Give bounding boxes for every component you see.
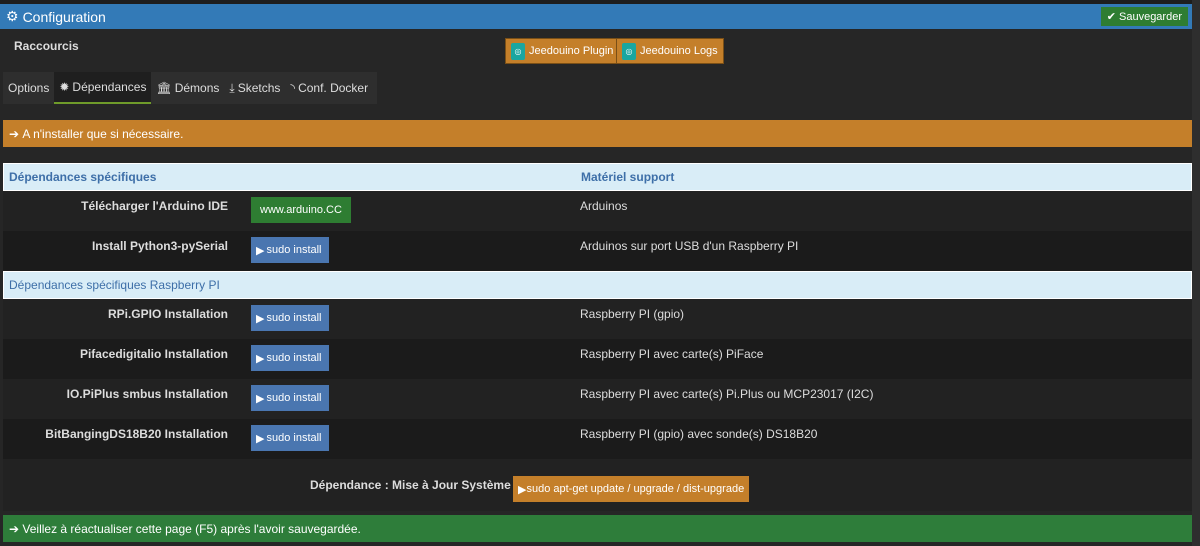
- tab-demons[interactable]: 🏛 Démons: [151, 72, 224, 104]
- arrow-right-icon: ➔: [9, 126, 23, 141]
- table-row: RPi.GPIO Installation ▶ sudo install Rasp…: [3, 299, 1192, 339]
- cog-icon: ✹: [59, 80, 70, 94]
- tab-sketchs[interactable]: ⤓ Sketchs: [224, 72, 285, 104]
- play-icon: ▶: [256, 312, 265, 325]
- reload-alert: ➔ Veillez à réactualiser cette page (F5)…: [3, 515, 1192, 542]
- system-update-button[interactable]: ▶ sudo apt-get update / upgrade / dist-up…: [513, 476, 750, 502]
- section-header: Dépendances spécifiques Raspberry PI: [3, 271, 1192, 299]
- jeedouino-plugin-button[interactable]: ◎ Jeedouino Plugin: [505, 38, 620, 64]
- table-row: Install Python3-pySerial ▶ sudo install A…: [3, 231, 1192, 271]
- install-button[interactable]: ▶ sudo install: [251, 237, 329, 263]
- download-icon: ⤓: [229, 80, 235, 95]
- install-button[interactable]: ▶ sudo install: [251, 425, 329, 451]
- config-header: ⚙ Configuration ✔ Sauvegarder: [0, 4, 1192, 29]
- tab-conf-docker[interactable]: ◝ Conf. Docker: [285, 72, 373, 104]
- install-button[interactable]: ▶ sudo install: [251, 385, 329, 411]
- scrollbar[interactable]: [1192, 0, 1200, 546]
- play-icon: ▶: [256, 352, 265, 365]
- jeedouino-logs-button[interactable]: ◎ Jeedouino Logs: [616, 38, 724, 64]
- table-row: IO.PiPlus smbus Installation ▶ sudo insta…: [3, 379, 1192, 419]
- gears-icon: ⚙: [6, 8, 19, 24]
- play-icon: ▶: [256, 244, 265, 257]
- install-button[interactable]: ▶ sudo install: [251, 345, 329, 371]
- check-circle-icon: ✔: [1106, 11, 1116, 23]
- play-icon: ▶: [256, 392, 265, 405]
- table-row: Pifacedigitalio Installation ▶ sudo insta…: [3, 339, 1192, 379]
- tab-options[interactable]: Options: [3, 72, 54, 104]
- table-row: BitBangingDS18B20 Installation ▶ sudo ins…: [3, 419, 1192, 459]
- arduino-link-button[interactable]: www.arduino.CC: [251, 197, 351, 223]
- bank-icon: 🏛: [156, 81, 172, 95]
- rss-icon: ◝: [290, 81, 296, 95]
- arrow-right-icon: ➔: [9, 521, 23, 536]
- tab-bar: Options ✹ Dépendances 🏛 Démons ⤓ Sketchs ◝ C…: [3, 72, 377, 104]
- tab-dependances[interactable]: ✹ Dépendances: [54, 72, 152, 104]
- system-update-row: Dépendance : Mise à Jour Système ▶ sudo a…: [3, 459, 1192, 511]
- play-icon: ▶: [518, 483, 527, 496]
- table-header: Dépendances spécifiques Matériel support: [3, 163, 1192, 191]
- install-button[interactable]: ▶ sudo install: [251, 305, 329, 331]
- save-button[interactable]: ✔ Sauvegarder: [1100, 7, 1188, 26]
- play-icon: ▶: [256, 432, 265, 445]
- dependencies-table: Dépendances spécifiques Matériel support…: [3, 163, 1192, 459]
- table-row: Télécharger l'Arduino IDE www.arduino.CC…: [3, 191, 1192, 231]
- warning-alert: ➔ A n'installer que si nécessaire.: [3, 120, 1192, 147]
- shortcuts-label: Raccourcis: [14, 39, 79, 53]
- page-title: Configuration: [22, 8, 106, 25]
- jeedouino-logo-icon: ◎: [511, 42, 525, 60]
- jeedouino-logo-icon: ◎: [622, 42, 636, 60]
